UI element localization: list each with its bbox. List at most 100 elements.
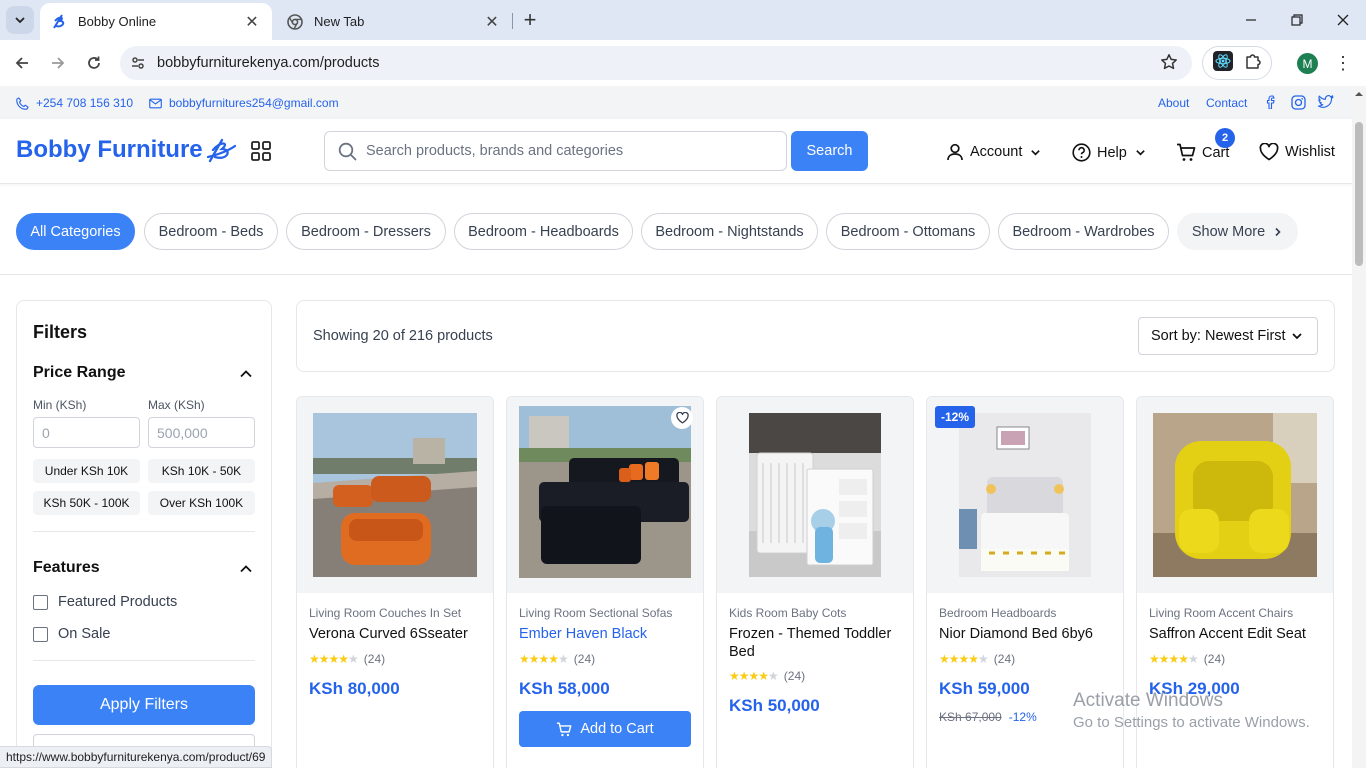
- site-logo[interactable]: Bobby Furniture: [16, 136, 236, 164]
- chevron-down-icon: [15, 17, 25, 24]
- wishlist-label: Wishlist: [1285, 144, 1335, 160]
- category-chip-headboards[interactable]: Bedroom - Headboards: [454, 213, 633, 250]
- apply-filters-button[interactable]: Apply Filters: [33, 685, 255, 725]
- product-name[interactable]: Nior Diamond Bed 6by6: [939, 625, 1117, 643]
- sort-select[interactable]: Sort by: Newest First: [1138, 317, 1318, 355]
- browser-menu-icon[interactable]: ⋮: [1332, 52, 1354, 74]
- forward-button[interactable]: [44, 49, 72, 77]
- close-tab-icon[interactable]: ✕: [482, 12, 502, 32]
- user-icon: [947, 143, 963, 161]
- star-empty-icon: ★: [978, 652, 989, 666]
- tab-search-button[interactable]: [6, 6, 34, 34]
- add-to-cart-button[interactable]: Add to Cart: [519, 711, 691, 747]
- close-window-button[interactable]: [1320, 0, 1366, 40]
- category-chip-nightstands[interactable]: Bedroom - Nightstands: [641, 213, 818, 250]
- price-preset-under-10k[interactable]: Under KSh 10K: [33, 459, 140, 483]
- reload-button[interactable]: [80, 49, 108, 77]
- star-empty-icon: ★: [1188, 652, 1199, 666]
- account-menu[interactable]: Account: [946, 143, 1041, 161]
- logo-mark-icon: [206, 138, 236, 163]
- min-price-input[interactable]: 0: [33, 417, 140, 448]
- on-sale-checkbox[interactable]: On Sale: [33, 626, 110, 642]
- bobby-favicon-icon: [50, 13, 68, 31]
- checkbox-box[interactable]: [33, 626, 48, 642]
- page-scrollbar[interactable]: [1352, 86, 1366, 768]
- about-link[interactable]: About: [1158, 96, 1189, 110]
- discount-percent: -12%: [1008, 710, 1037, 724]
- cart-icon: [1177, 143, 1196, 161]
- product-image[interactable]: [519, 406, 691, 578]
- categories-grid-icon[interactable]: [250, 140, 272, 162]
- product-image[interactable]: [959, 413, 1091, 577]
- about-link-label: About: [1158, 96, 1190, 110]
- status-bar-url: https://www.bobbyfurniturekenya.com/prod…: [0, 746, 273, 768]
- bookmark-star-icon[interactable]: [1160, 53, 1178, 74]
- tab-bobby-online[interactable]: Bobby Online ✕: [40, 3, 272, 40]
- account-label: Account: [970, 144, 1023, 160]
- product-card[interactable]: Kids Room Baby Cots Frozen - Themed Todd…: [716, 396, 914, 768]
- restore-button[interactable]: [1274, 0, 1320, 40]
- filters-title: Filters: [33, 322, 88, 342]
- logo-text: Bobby Furniture: [16, 136, 203, 163]
- arrow-left-icon: [15, 57, 28, 69]
- search-input[interactable]: Search products, brands and categories: [324, 131, 787, 171]
- product-card[interactable]: Living Room Sectional Sofas Ember Haven …: [506, 396, 704, 768]
- email-contact[interactable]: bobbyfurnitures254@gmail.com: [149, 96, 339, 110]
- back-button[interactable]: [8, 49, 36, 77]
- product-rating: ★★★★ ★ (24): [519, 652, 595, 666]
- twitter-icon[interactable]: [1318, 95, 1341, 109]
- address-bar-row: bobbyfurniturekenya.com/products M ⋮: [0, 40, 1366, 86]
- add-to-wishlist-button[interactable]: [671, 407, 693, 429]
- site-settings-icon[interactable]: [128, 55, 148, 71]
- contact-link[interactable]: Contact: [1206, 96, 1247, 110]
- arrow-right-icon: [52, 57, 65, 69]
- category-chip-dressers[interactable]: Bedroom - Dressers: [286, 213, 446, 250]
- product-name[interactable]: Ember Haven Black: [519, 625, 697, 643]
- price-preset-50k-100k[interactable]: KSh 50K - 100K: [33, 491, 140, 515]
- close-tab-icon[interactable]: ✕: [242, 12, 262, 32]
- price-preset-10k-50k[interactable]: KSh 10K - 50K: [148, 459, 255, 483]
- help-menu[interactable]: Help: [1072, 143, 1146, 162]
- star-icon: ★★★★: [309, 652, 349, 666]
- help-circle-icon: [1072, 143, 1091, 162]
- search-button[interactable]: Search: [791, 131, 868, 171]
- category-chip-all[interactable]: All Categories: [16, 213, 135, 250]
- extensions-puzzle-icon[interactable]: [1244, 52, 1262, 75]
- category-chip-wardrobes[interactable]: Bedroom - Wardrobes: [998, 213, 1169, 250]
- wishlist-link[interactable]: Wishlist: [1259, 143, 1335, 161]
- review-count: (24): [363, 652, 386, 666]
- chevron-up-icon[interactable]: [239, 367, 253, 381]
- star-empty-icon: ★: [558, 652, 569, 666]
- price-preset-over-100k[interactable]: Over KSh 100K: [148, 491, 255, 515]
- tab-new-tab[interactable]: New Tab ✕: [276, 3, 512, 40]
- instagram-icon[interactable]: [1291, 95, 1313, 110]
- product-name[interactable]: Verona Curved 6Sseater: [309, 625, 487, 643]
- featured-products-checkbox[interactable]: Featured Products: [33, 594, 177, 610]
- product-image[interactable]: [1153, 413, 1317, 577]
- profile-avatar[interactable]: M: [1297, 53, 1318, 74]
- product-image[interactable]: [313, 413, 477, 577]
- product-name[interactable]: Saffron Accent Edit Seat: [1149, 625, 1327, 643]
- phone-contact[interactable]: +254 708 156 310: [16, 96, 133, 110]
- email-address: bobbyfurnitures254@gmail.com: [169, 96, 339, 110]
- chevron-up-icon[interactable]: [239, 562, 253, 576]
- product-card[interactable]: Living Room Couches In Set Verona Curved…: [296, 396, 494, 768]
- product-image[interactable]: [749, 413, 881, 577]
- address-bar[interactable]: bobbyfurniturekenya.com/products: [120, 46, 1192, 80]
- category-chip-ottomans[interactable]: Bedroom - Ottomans: [826, 213, 990, 250]
- tab-title: Bobby Online: [78, 14, 157, 29]
- product-name[interactable]: Frozen - Themed Toddler Bed: [729, 625, 907, 661]
- facebook-icon[interactable]: [1265, 95, 1284, 109]
- new-tab-button[interactable]: +: [518, 7, 542, 32]
- react-devtools-icon[interactable]: [1212, 50, 1233, 76]
- url-text: bobbyfurniturekenya.com/products: [157, 55, 380, 71]
- show-more-button[interactable]: Show More: [1177, 213, 1298, 250]
- category-chip-beds[interactable]: Bedroom - Beds: [144, 213, 278, 250]
- max-price-input[interactable]: 500,000: [148, 417, 255, 448]
- scroll-up-arrow-icon[interactable]: [1352, 88, 1366, 100]
- product-price: KSh 58,000: [519, 679, 610, 698]
- minimize-button[interactable]: [1228, 0, 1274, 40]
- product-category: Kids Room Baby Cots: [729, 606, 847, 620]
- scrollbar-thumb[interactable]: [1355, 122, 1363, 266]
- checkbox-box[interactable]: [33, 594, 48, 610]
